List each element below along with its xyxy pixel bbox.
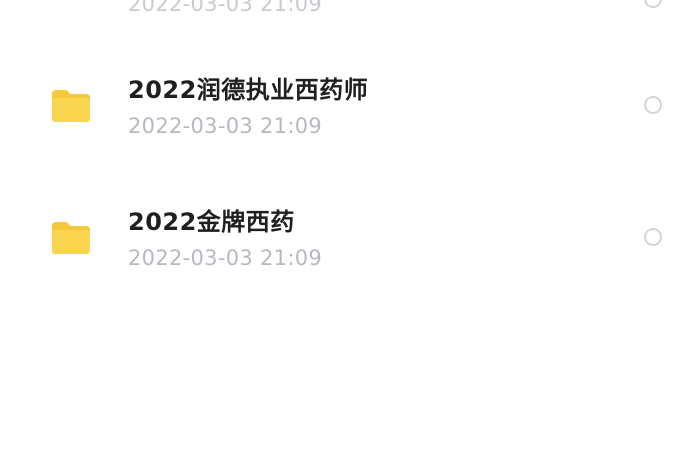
folder-name[interactable]: 2022润德执业西药师 <box>128 70 368 105</box>
list-item[interactable]: 2022-03-03 21:09 <box>0 0 700 22</box>
folder-icon <box>50 220 92 256</box>
list-item[interactable]: 2022金牌西药 2022-03-03 21:09 <box>0 180 700 300</box>
file-browser-screen: 2022-03-03 21:09 2022润德执业西药师 2022-03-03 … <box>0 0 700 470</box>
select-radio[interactable] <box>644 228 662 246</box>
list-item[interactable]: 2022润德执业西药师 2022-03-03 21:09 <box>0 48 700 168</box>
folder-icon <box>50 88 92 124</box>
select-radio[interactable] <box>644 96 662 114</box>
folder-modified-date: 2022-03-03 21:09 <box>128 114 323 138</box>
file-list: 2022-03-03 21:09 2022润德执业西药师 2022-03-03 … <box>0 0 700 470</box>
folder-modified-date: 2022-03-03 21:09 <box>128 246 323 270</box>
select-radio[interactable] <box>644 0 662 8</box>
folder-name[interactable]: 2022金牌西药 <box>128 202 295 237</box>
folder-modified-date: 2022-03-03 21:09 <box>128 0 323 16</box>
